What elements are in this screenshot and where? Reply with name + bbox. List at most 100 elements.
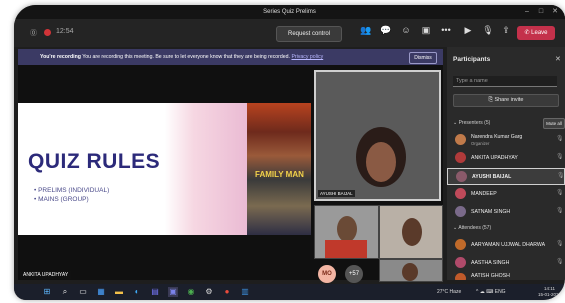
participant-row[interactable]: Narendra Kumar Garg Organizer 🎙 [447, 132, 565, 149]
participant-face [402, 218, 422, 246]
chat-icon: 💬 [380, 25, 392, 35]
video-tile[interactable] [379, 259, 443, 282]
leave-label: Leave [531, 30, 548, 36]
dismiss-button[interactable]: Dismiss [409, 52, 437, 64]
rooms-icon: ▣ [421, 25, 431, 35]
recording-indicator-icon [44, 29, 51, 36]
system-tray[interactable]: ^ ☁ ⌨ ENG [476, 289, 506, 295]
shared-slide: QUIZ RULES • PRELIMS (INDIVIDUAL) • MAIN… [18, 103, 311, 235]
avatar [455, 273, 466, 280]
video-tile[interactable] [314, 205, 379, 259]
mic-icon: 🎙 [556, 241, 564, 247]
mute-all-button[interactable]: Mute all [543, 118, 565, 129]
slide-bullets: • PRELIMS (INDIVIDUAL) • MAINS (GROUP) [34, 186, 109, 204]
participant-row-selected[interactable]: AYUSHI BAIJAL 🎙 [447, 168, 565, 185]
recording-banner: You're recording You are recording this … [18, 49, 443, 65]
share-invite-button[interactable]: ⎘ Share invite [453, 94, 559, 107]
slide-bullet: • PRELIMS (INDIVIDUAL) [34, 187, 110, 194]
mic-icon: 🎙 [556, 259, 564, 265]
avatar [455, 134, 466, 145]
edge-icon[interactable]: ◐ [132, 287, 142, 297]
windows-taskbar: ⊞ ⌕ ▭ ▦ ▬ ◐ ▤ ▣ ◉ ⚙ ● ▥ 27°C Haze ^ ☁ ⌨ … [14, 284, 565, 300]
weather-widget[interactable]: 27°C Haze [437, 289, 461, 295]
attendees-header[interactable]: ⌄ Attendees (57) [453, 225, 491, 231]
participants-panel: Participants ✕ Type a name ⎘ Share invit… [447, 47, 565, 280]
task-view-icon[interactable]: ▭ [78, 287, 88, 297]
meeting-stage: QUIZ RULES • PRELIMS (INDIVIDUAL) • MAIN… [18, 65, 443, 283]
recording-banner-text: You are recording this meeting. Be sure … [82, 54, 291, 60]
people-icon: 👥 [360, 25, 372, 35]
mic-icon: 🎙 [556, 208, 564, 214]
mic-icon: 🎙 [556, 136, 564, 142]
mic-icon: 🎙 [557, 173, 565, 179]
widgets-icon[interactable]: ▦ [96, 287, 106, 297]
video-tile[interactable] [379, 205, 443, 259]
presenters-header[interactable]: ⌄ Presenters (5) [453, 120, 490, 126]
window-title: Series Quiz Prelims [263, 9, 316, 15]
avatar [455, 239, 466, 250]
clock[interactable]: 14:11 15-01-2023 [538, 286, 561, 298]
participant-face [366, 142, 396, 182]
title-bar: Series Quiz Prelims – □ ✕ [14, 5, 565, 19]
poster-text: FAMILY MAN [255, 170, 304, 179]
presenter-label: ANKITA UPADHYAY [20, 271, 72, 279]
teams-window: Series Quiz Prelims – □ ✕ ⓪ 12:54 Reques… [14, 5, 565, 300]
meeting-toolbar: ⓪ 12:54 Request control 👥 💬 ☺ ▣ ••• ▶ 🎙 … [14, 19, 565, 47]
more-button[interactable]: ••• [438, 24, 454, 42]
avatar[interactable]: MO [318, 265, 336, 283]
more-participants-badge[interactable]: +57 [345, 265, 363, 283]
close-button[interactable]: ✕ [549, 5, 561, 19]
participant-face [402, 263, 418, 281]
chrome-icon[interactable]: ◉ [186, 287, 196, 297]
video-tile-main[interactable]: AYUSHI BAIJAL [314, 70, 441, 201]
teams-icon[interactable]: ▣ [168, 287, 178, 297]
avatar [455, 152, 466, 163]
participant-row[interactable]: AASTHA SINGH 🎙 [447, 255, 565, 272]
avatar [455, 206, 466, 217]
people-button[interactable]: 👥 [358, 24, 374, 42]
recording-banner-bold: You're recording [40, 54, 81, 60]
mic-icon: 🎙 [556, 154, 564, 160]
close-panel-icon[interactable]: ✕ [555, 55, 561, 63]
search-input[interactable]: Type a name [453, 76, 557, 87]
video-tile-name: AYUSHI BAIJAL [318, 190, 355, 197]
slide-bullet: • MAINS (GROUP) [34, 196, 89, 203]
settings-icon[interactable]: ⚙ [204, 287, 214, 297]
minimize-button[interactable]: – [521, 5, 533, 19]
participant-row[interactable]: AATISH GHOSH [447, 271, 565, 280]
start-icon[interactable]: ⊞ [42, 287, 52, 297]
share-icon: ⇪ [502, 25, 510, 35]
participant-face [337, 216, 357, 242]
rooms-button[interactable]: ▣ [418, 24, 434, 42]
store-icon[interactable]: ▤ [150, 287, 160, 297]
share-button[interactable]: ⇪ [498, 24, 514, 42]
mic-icon: 🎙 [482, 25, 494, 35]
react-button[interactable]: ☺ [398, 24, 414, 42]
participant-row[interactable]: MANDEEP 🎙 [447, 186, 565, 203]
search-icon[interactable]: ⌕ [60, 287, 70, 297]
maximize-button[interactable]: □ [535, 5, 547, 19]
participant-row[interactable]: AARYAMAN UJJWAL DHARWA 🎙 [447, 237, 565, 254]
request-control-button[interactable]: Request control [276, 26, 342, 42]
meeting-timer: 12:54 [56, 28, 74, 35]
more-icon: ••• [441, 25, 451, 35]
camera-icon: ▶ [464, 25, 472, 35]
leave-button[interactable]: ✆ Leave [517, 26, 555, 40]
mic-button[interactable]: 🎙 [480, 24, 496, 42]
slide-title: QUIZ RULES [28, 150, 161, 173]
mic-icon: 🎙 [556, 190, 564, 196]
app-icon[interactable]: ● [222, 287, 232, 297]
participant-row[interactable]: ANKITA UPADHYAY 🎙 [447, 150, 565, 167]
avatar [455, 188, 466, 199]
avatar [455, 257, 466, 268]
file-explorer-icon[interactable]: ▬ [114, 287, 124, 297]
participant-row[interactable]: SATNAM SINGH 🎙 [447, 204, 565, 221]
word-icon[interactable]: ▥ [240, 287, 250, 297]
chat-button[interactable]: 💬 [378, 24, 394, 42]
react-icon: ☺ [401, 25, 411, 35]
participant-shirt [325, 240, 367, 258]
info-icon[interactable]: ⓪ [30, 28, 37, 38]
avatar [456, 171, 467, 182]
camera-button[interactable]: ▶ [460, 24, 476, 42]
privacy-policy-link[interactable]: Privacy policy [291, 54, 323, 60]
